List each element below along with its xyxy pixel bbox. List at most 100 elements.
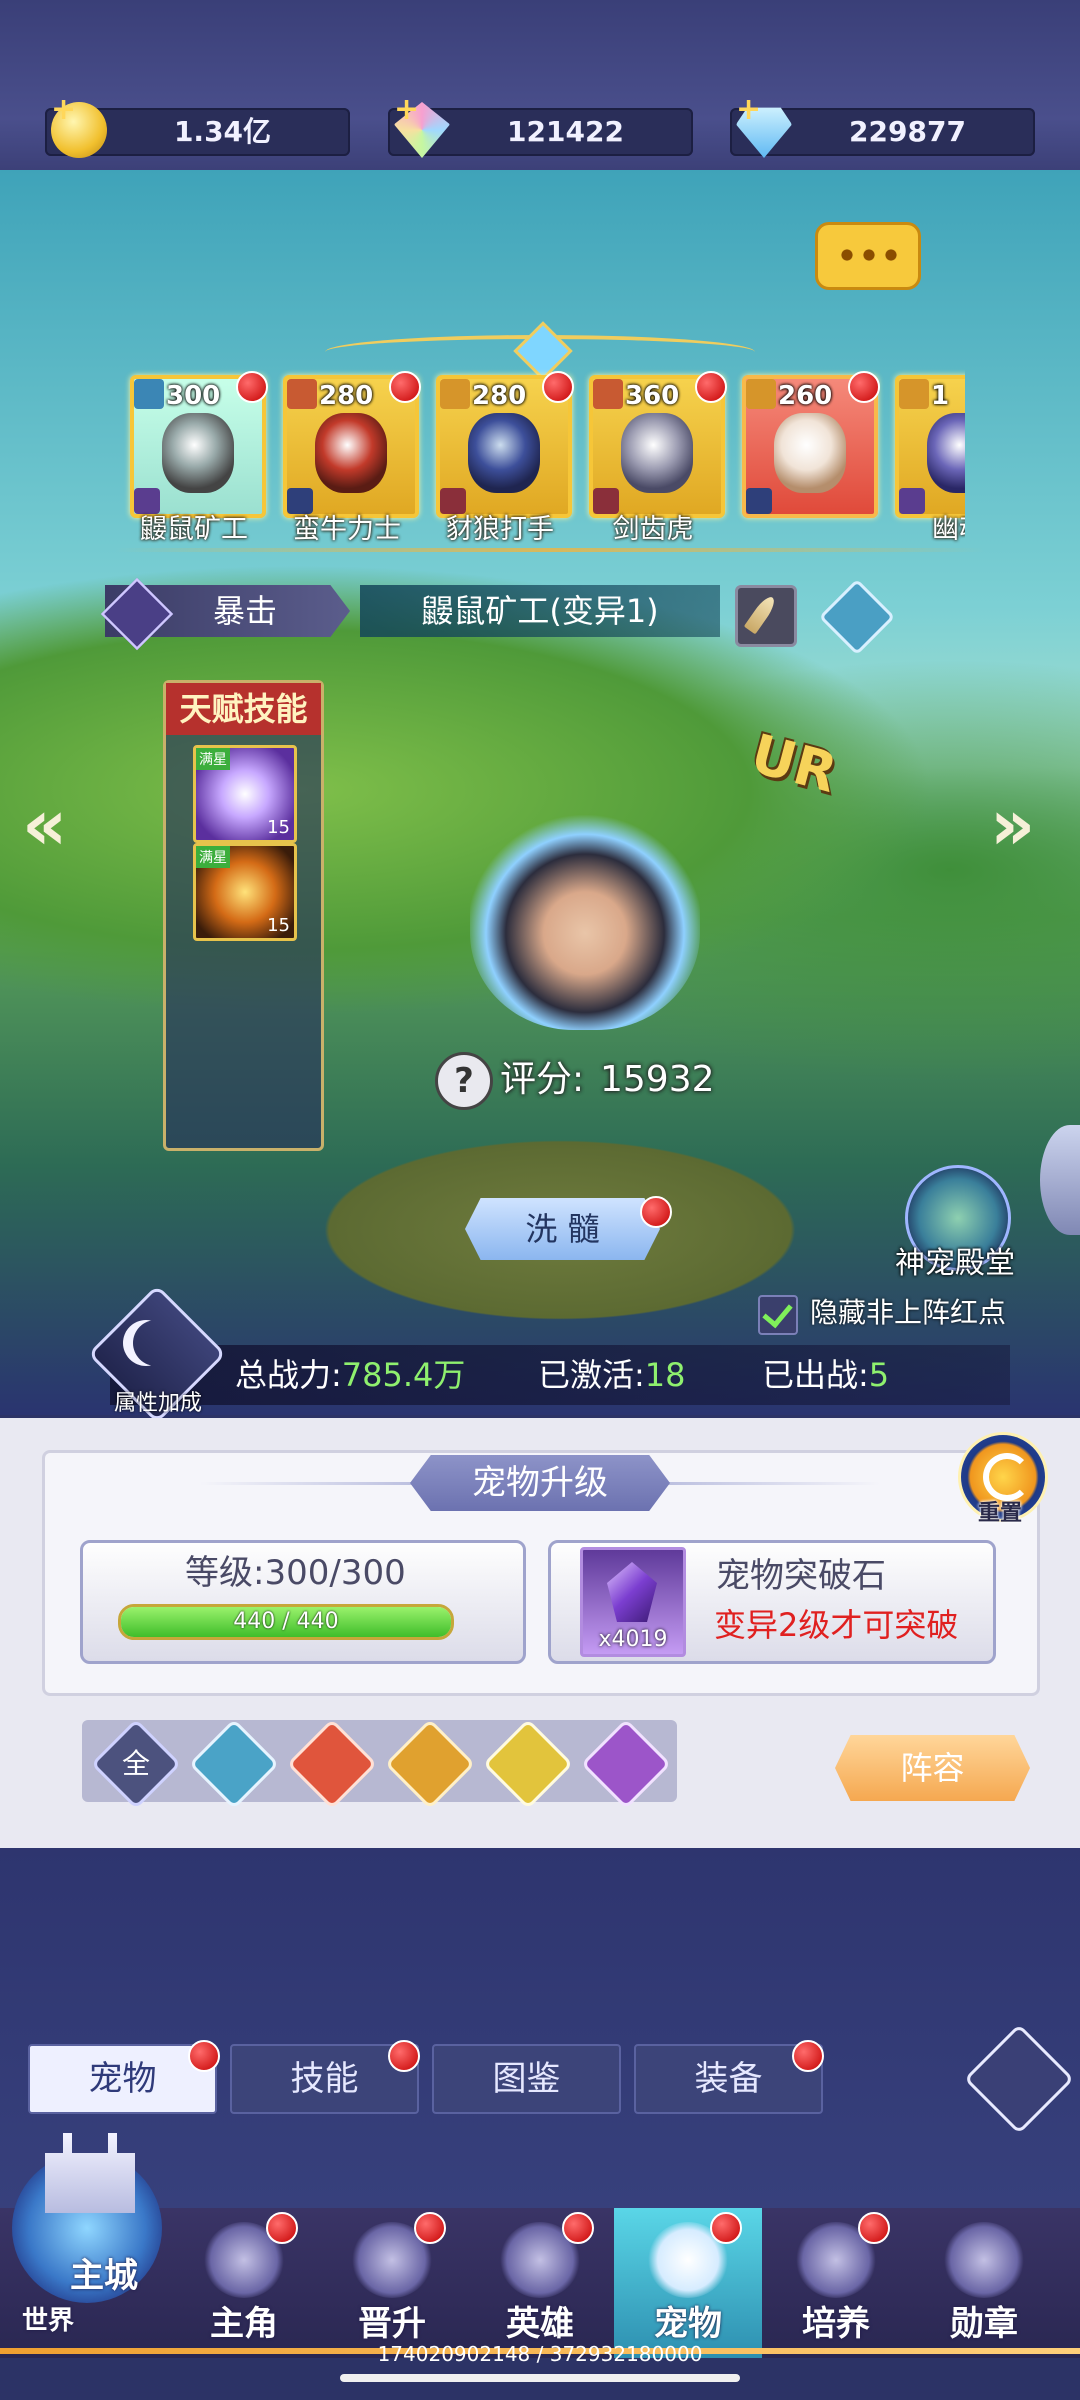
attribute-label: 暴击	[212, 592, 277, 630]
nav-hero-character[interactable]: 主角	[170, 2208, 318, 2358]
hide-reddot-checkbox[interactable]	[758, 1295, 798, 1335]
add-gold-icon[interactable]: +	[51, 92, 76, 127]
pet-card[interactable]: 260	[742, 371, 880, 518]
pet-card-row[interactable]: 300 鼹鼠矿工 280 蛮牛力士 280 豺狼打手 360 剑齿虎 260 1…	[120, 365, 965, 545]
filter-water-icon[interactable]	[188, 1718, 280, 1810]
total-power-value: 785.4万	[341, 1356, 466, 1394]
water-element-icon	[134, 379, 164, 409]
class-icon	[746, 488, 772, 514]
tab-codex[interactable]: 图鉴	[432, 2044, 621, 2114]
purple-gem-icon	[607, 1562, 657, 1622]
bull-portrait	[315, 413, 387, 493]
nav-label: 晋升	[358, 2304, 426, 2344]
card-level: 1	[931, 381, 950, 411]
card-level: 280	[319, 381, 374, 411]
chat-bubble-icon[interactable]	[815, 222, 921, 290]
card-level: 260	[778, 381, 833, 411]
filter-dark-icon[interactable]	[580, 1718, 672, 1810]
pet-card[interactable]: 360	[589, 371, 727, 518]
hide-reddot-label: 隐藏非上阵红点	[810, 1296, 1007, 1329]
diamond-currency[interactable]: + 229877	[730, 92, 1035, 158]
red-dot-badge	[640, 1196, 672, 1228]
skill-star-count: 15	[267, 817, 290, 838]
red-dot-badge	[388, 2040, 420, 2072]
filter-fire-icon[interactable]	[286, 1718, 378, 1810]
stone-count: x4019	[598, 1627, 668, 1652]
jackal-portrait	[468, 413, 540, 493]
card-name: 剑齿虎	[612, 514, 694, 545]
skill-star-count: 15	[267, 915, 290, 936]
nav-label: 英雄	[506, 2304, 574, 2344]
add-diamond-icon[interactable]: +	[736, 92, 761, 127]
gold-currency[interactable]: + 1.34亿	[45, 92, 350, 158]
card-level: 360	[625, 381, 680, 411]
filter-earth-icon[interactable]	[384, 1718, 476, 1810]
red-dot-badge	[848, 371, 880, 403]
nav-pets[interactable]: 宠物	[614, 2208, 762, 2358]
nav-main-city[interactable]: 主城 世界	[0, 2133, 170, 2358]
talent-skill-slot[interactable]: 满星 15	[193, 843, 297, 941]
stone-requirement-note: 变异2级才可突破	[714, 1606, 959, 1644]
earth-element-icon	[440, 379, 470, 409]
nav-promotion[interactable]: 晋升	[318, 2208, 466, 2358]
card-name: 幽魂	[932, 514, 965, 545]
nav-label: 宠物	[654, 2304, 722, 2344]
mole-miner-model[interactable]	[470, 815, 700, 1030]
filter-light-icon[interactable]	[482, 1718, 574, 1810]
level-label: 等级:	[185, 1553, 265, 1593]
nav-label: 勋章	[950, 2304, 1018, 2344]
red-dot-badge	[858, 2212, 890, 2244]
pet-card[interactable]: 280	[436, 371, 574, 518]
red-dot-badge	[389, 371, 421, 403]
red-dot-badge	[188, 2040, 220, 2072]
checkmark-icon	[762, 1296, 793, 1329]
talent-skill-panel: 天赋技能 满星 15 满星 15	[163, 680, 324, 1151]
lineup-button[interactable]: 阵容	[835, 1735, 1030, 1801]
help-icon[interactable]: ?	[435, 1052, 493, 1110]
rename-button[interactable]	[735, 585, 797, 647]
earth-element-icon	[899, 379, 929, 409]
sheep-portrait	[774, 413, 846, 493]
element-filter-bar: 全	[82, 1718, 677, 1810]
full-star-tag: 满星	[196, 748, 230, 770]
nav-world-label: 世界	[22, 2306, 75, 2336]
prev-pet-arrow-icon[interactable]: «	[22, 790, 78, 860]
pet-card[interactable]: 300	[130, 371, 268, 518]
system-home-indicator[interactable]	[340, 2374, 740, 2382]
nav-medals[interactable]: 勋章	[910, 2208, 1058, 2358]
level-value: 300/300	[264, 1553, 406, 1593]
crescent-moon-icon	[133, 1320, 179, 1366]
card-name: 豺狼打手	[446, 514, 554, 545]
nav-cultivate[interactable]: 培养	[762, 2208, 910, 2358]
red-dot-badge	[414, 2212, 446, 2244]
mole-miner-portrait	[162, 413, 234, 493]
filter-all[interactable]: 全	[90, 1718, 182, 1810]
talent-skill-slot[interactable]: 满星 15	[193, 745, 297, 843]
red-dot-badge	[710, 2212, 742, 2244]
fire-element-icon	[593, 379, 623, 409]
deployed-count: 已出战:5	[762, 1350, 889, 1400]
bottom-navigation: 主城 世界 主角 晋升 英雄 宠物 培养 勋章	[0, 2133, 1080, 2358]
wash-marrow-button[interactable]: 洗 髓	[465, 1198, 660, 1260]
refresh-icon	[983, 1453, 1031, 1501]
resource-counter-text: 174020902148 / 372932180000	[377, 2342, 703, 2366]
pet-card[interactable]: 1	[895, 375, 965, 518]
card-name: 鼹鼠矿工	[140, 514, 248, 545]
activated-label: 已激活:	[538, 1356, 645, 1394]
deployed-label: 已出战:	[762, 1356, 869, 1394]
total-power: 总战力:785.4万	[235, 1350, 465, 1400]
total-power-label: 总战力:	[235, 1356, 342, 1394]
red-dot-badge	[695, 371, 727, 403]
feather-pen-icon	[743, 593, 779, 635]
card-level: 280	[472, 381, 527, 411]
reset-label: 重置	[977, 1501, 1022, 1526]
pet-card[interactable]: 280	[283, 371, 421, 518]
crystal-currency[interactable]: + 121422	[388, 92, 693, 158]
breakthrough-stone-item[interactable]: x4019	[580, 1547, 686, 1657]
red-dot-badge	[266, 2212, 298, 2244]
next-pet-arrow-icon[interactable]: »	[990, 790, 1046, 860]
score-label: 评分:	[500, 1059, 585, 1100]
nav-heroes[interactable]: 英雄	[466, 2208, 614, 2358]
red-dot-badge	[562, 2212, 594, 2244]
add-crystal-icon[interactable]: +	[394, 92, 419, 127]
